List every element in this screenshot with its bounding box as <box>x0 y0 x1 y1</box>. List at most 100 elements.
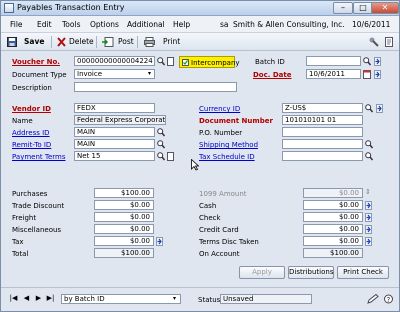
freight-field[interactable]: $0.00 <box>94 212 154 222</box>
voucher-number-label[interactable]: Voucher No. <box>12 58 60 66</box>
payment-terms-field[interactable]: Net 15 <box>74 151 155 161</box>
expansion-arrow-icon[interactable] <box>374 57 381 66</box>
doc-date-label[interactable]: Doc. Date <box>253 71 292 79</box>
delete-icon <box>57 37 66 47</box>
lookup-icon[interactable] <box>157 128 165 137</box>
window-title: Payables Transaction Entry <box>17 3 125 12</box>
user-id: sa <box>220 20 229 29</box>
remit-to-id-field[interactable]: MAIN <box>74 139 155 149</box>
shipping-method-label[interactable]: Shipping Method <box>199 141 258 149</box>
menu-help[interactable]: Help <box>173 20 190 29</box>
help-icon[interactable] <box>385 37 394 47</box>
distributions-button[interactable]: Distributions <box>288 266 334 279</box>
expansion-arrow-icon[interactable] <box>365 213 372 222</box>
doc-date-field[interactable]: 10/6/2011 <box>306 69 361 79</box>
print-button[interactable]: Print <box>163 37 180 46</box>
minimize-button[interactable]: – <box>333 2 353 14</box>
description-field[interactable] <box>74 82 237 92</box>
address-id-field[interactable]: MAIN <box>74 127 155 137</box>
chevron-down-icon: ▾ <box>148 70 152 77</box>
tools-icon[interactable] <box>369 37 379 47</box>
on-account-label: On Account <box>199 250 240 258</box>
document-type-select[interactable]: Invoice <box>74 69 155 79</box>
help-icon[interactable]: ? <box>384 294 393 304</box>
document-number-field[interactable]: 101010101 01 <box>282 115 363 125</box>
company-name: Smith & Allen Consulting, Inc. <box>233 20 345 29</box>
printer-icon <box>144 37 155 47</box>
shipping-method-field[interactable] <box>282 139 363 149</box>
print-check-button[interactable]: Print Check <box>337 266 389 279</box>
trade-discount-field[interactable]: $0.00 <box>94 200 154 210</box>
toolbar: Save Delete Post Print <box>1 33 399 51</box>
currency-id-label[interactable]: Currency ID <box>199 105 240 113</box>
expansion-arrow-icon[interactable] <box>376 104 383 113</box>
lookup-icon[interactable] <box>157 57 165 66</box>
vendor-name-field: Federal Express Corporation <box>74 115 166 125</box>
expansion-arrow-icon[interactable] <box>156 237 163 246</box>
check-field[interactable]: $0.00 <box>303 212 363 222</box>
note-icon[interactable] <box>167 152 174 161</box>
expansion-arrow-icon[interactable] <box>365 225 372 234</box>
chevron-down-icon: ▾ <box>173 295 177 302</box>
remit-to-id-label[interactable]: Remit-To ID <box>12 141 51 149</box>
expansion-arrow-icon[interactable] <box>365 237 372 246</box>
batch-id-label: Batch ID <box>255 58 285 66</box>
maximize-button[interactable]: □ <box>353 2 373 14</box>
delete-button[interactable]: Delete <box>69 37 94 46</box>
browse-by-select[interactable]: by Batch ID <box>61 294 181 304</box>
voucher-number-field[interactable]: 00000000000004224 <box>74 56 155 66</box>
description-label: Description <box>12 84 52 92</box>
menu-edit[interactable]: Edit <box>37 20 52 29</box>
user-date: 10/6/2011 <box>352 20 391 29</box>
previous-record-icon[interactable]: ◀ <box>22 294 31 303</box>
next-record-icon[interactable]: ▶ <box>34 294 43 303</box>
purchases-label: Purchases <box>12 190 48 198</box>
lookup-icon[interactable] <box>365 140 373 149</box>
menu-tools[interactable]: Tools <box>62 20 80 29</box>
tax-schedule-id-label[interactable]: Tax Schedule ID <box>199 153 255 161</box>
note-icon[interactable] <box>167 57 174 66</box>
tax-field[interactable]: $0.00 <box>94 236 154 246</box>
total-field: $100.00 <box>94 248 154 258</box>
address-id-label[interactable]: Address ID <box>12 129 50 137</box>
amount-1099-label: 1099 Amount <box>199 190 247 198</box>
intercompany-checkbox[interactable]: Intercompany <box>179 56 240 68</box>
lookup-icon[interactable] <box>365 104 373 113</box>
lookup-icon[interactable] <box>157 140 165 149</box>
miscellaneous-field[interactable]: $0.00 <box>94 224 154 234</box>
terms-disc-taken-field[interactable]: $0.00 <box>303 236 363 246</box>
po-number-field[interactable] <box>282 127 363 137</box>
menu-options[interactable]: Options <box>90 20 119 29</box>
vendor-id-field[interactable]: FEDX <box>74 103 155 113</box>
close-button[interactable]: ✕ <box>371 2 399 14</box>
mouse-cursor-icon <box>191 159 199 171</box>
credit-card-field[interactable]: $0.00 <box>303 224 363 234</box>
document-number-label: Document Number <box>199 117 273 125</box>
tax-schedule-id-field[interactable] <box>282 151 363 161</box>
calendar-icon[interactable] <box>363 70 371 79</box>
terms-disc-taken-label: Terms Disc Taken <box>199 238 259 246</box>
save-button[interactable]: Save <box>24 37 44 46</box>
currency-id-field[interactable]: Z-US$ <box>282 103 363 113</box>
lookup-icon[interactable] <box>365 152 373 161</box>
post-button[interactable]: Post <box>118 37 134 46</box>
vendor-id-label[interactable]: Vendor ID <box>12 105 51 113</box>
payment-terms-label[interactable]: Payment Terms <box>12 153 65 161</box>
last-record-icon[interactable]: ▶| <box>46 294 55 303</box>
menu-file[interactable]: File <box>10 20 23 29</box>
cash-field[interactable]: $0.00 <box>303 200 363 210</box>
amount-1099-field: $0.00 <box>303 188 363 198</box>
first-record-icon[interactable]: |◀ <box>9 294 18 303</box>
menu-additional[interactable]: Additional <box>127 20 165 29</box>
toolbar-separator <box>96 36 97 48</box>
pencil-icon[interactable] <box>367 294 379 304</box>
apply-button[interactable]: Apply <box>239 266 285 279</box>
lookup-icon[interactable] <box>157 152 165 161</box>
lookup-icon[interactable] <box>363 57 371 66</box>
app-icon <box>4 3 14 13</box>
expansion-arrow-icon[interactable] <box>374 70 381 79</box>
menu-bar: File Edit Tools Options Additional Help … <box>1 16 399 33</box>
batch-id-field[interactable] <box>306 56 361 66</box>
purchases-field[interactable]: $100.00 <box>94 188 154 198</box>
expansion-arrow-icon[interactable] <box>365 201 372 210</box>
